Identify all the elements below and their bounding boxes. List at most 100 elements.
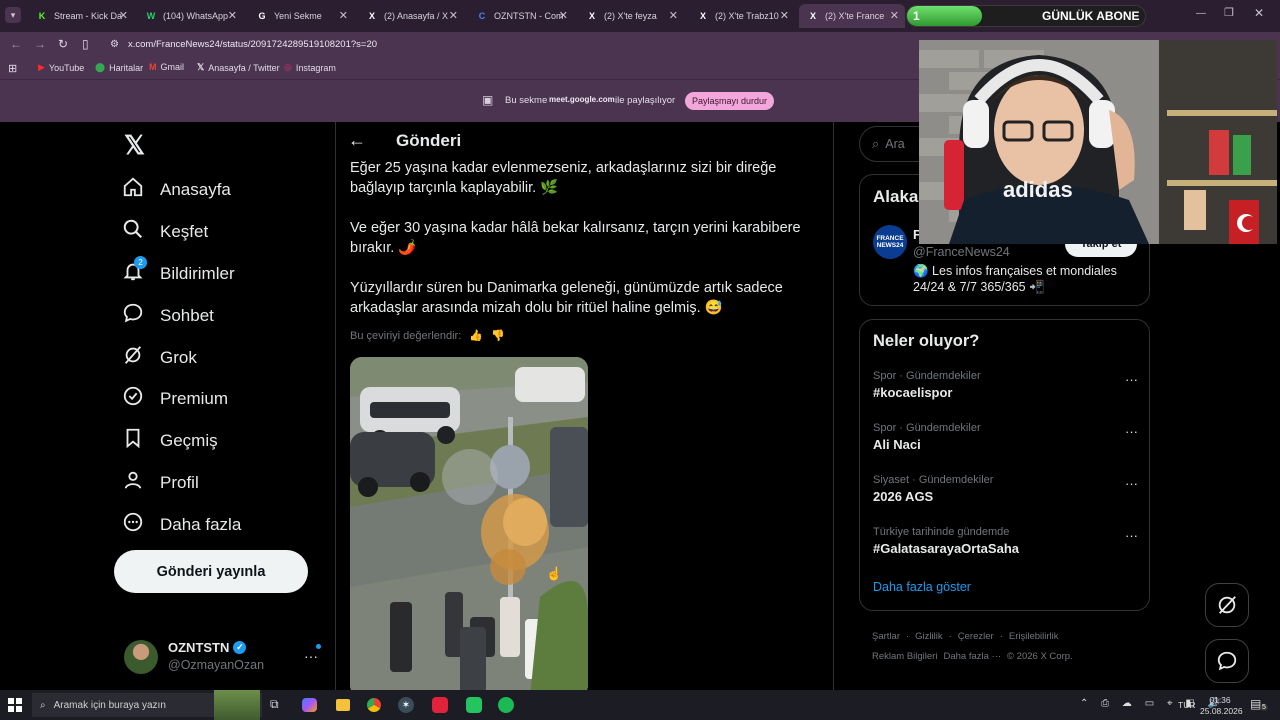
trend-item[interactable]: Spor · Gündemdekiler #kocaelispor ···: [873, 370, 1138, 400]
footer-link[interactable]: Çerezler: [958, 627, 994, 647]
trend-title: 2026 AGS: [873, 489, 934, 504]
browser-tab[interactable]: X (2) X'te France ✕: [799, 4, 905, 28]
reload-icon[interactable]: ↻: [58, 37, 68, 51]
browser-tab[interactable]: W (104) WhatsApp ✕: [137, 4, 243, 28]
show-more-link[interactable]: Daha fazla göster: [873, 580, 971, 594]
footer-link[interactable]: Daha fazla ···: [943, 647, 1001, 667]
post-button[interactable]: Gönderi yayınla: [114, 550, 308, 593]
footer-link[interactable]: Reklam Bilgileri: [872, 647, 937, 667]
tab-close-icon[interactable]: ✕: [669, 9, 678, 22]
spotify-icon[interactable]: [498, 697, 514, 713]
apps-icon[interactable]: ⊞: [8, 62, 17, 75]
url-field[interactable]: x.com/FranceNews24/status/20917242895191…: [128, 39, 377, 50]
share-suffix-text: ile paylaşılıyor: [615, 95, 676, 106]
trend-more-icon[interactable]: ···: [1125, 424, 1138, 439]
bookmark-gmail[interactable]: M Gmail: [149, 62, 184, 72]
back-icon[interactable]: ←: [10, 37, 22, 51]
footer-link[interactable]: Şartlar: [872, 627, 900, 647]
browser-tab[interactable]: C OZNTSTN - Com ✕: [468, 4, 574, 28]
profile-avatar[interactable]: FRANCE NEWS24: [873, 225, 907, 259]
tab-close-icon[interactable]: ✕: [119, 9, 128, 22]
browser-tab[interactable]: X (2) Anasayfa / X ✕: [358, 4, 464, 28]
thumbs-down-icon[interactable]: 👎: [491, 329, 505, 342]
trend-title: #kocaelispor: [873, 385, 953, 400]
bookmark-instagram[interactable]: ◎ Instagram: [284, 62, 336, 73]
taskbar-widget-image[interactable]: [214, 690, 260, 720]
tab-close-icon[interactable]: ✕: [890, 9, 899, 22]
youtube-icon: ▶: [38, 62, 45, 72]
nav-item-premium[interactable]: Premium: [122, 385, 228, 412]
file-explorer-icon[interactable]: [336, 699, 350, 711]
nav-item-grok[interactable]: Grok: [122, 344, 197, 371]
footer-link[interactable]: © 2026 X Corp.: [1007, 647, 1073, 667]
tab-label: Yeni Sekme: [274, 11, 322, 21]
nav-item-bell[interactable]: 2 Bildirimler: [122, 256, 235, 287]
webcam-overlay: adidas: [919, 40, 1277, 244]
bookmark-twitter[interactable]: 𝕏 Anasayfa / Twitter: [197, 62, 280, 73]
clock[interactable]: 01:36 25.08.2026: [1200, 695, 1243, 717]
site-info-icon[interactable]: ⚙: [110, 39, 119, 50]
app-icon-1[interactable]: ✶: [398, 697, 414, 713]
split-view-icon[interactable]: ▯: [82, 37, 89, 51]
browser-tab[interactable]: X (2) X'te Trabz10 ✕: [689, 4, 795, 28]
nav-item-home[interactable]: Anasayfa: [122, 176, 231, 203]
nav-item-bookmark[interactable]: Geçmiş: [122, 427, 218, 454]
trend-meta: Siyaset · Gündemdekiler: [873, 474, 994, 486]
window-close-button[interactable]: ✕: [1254, 6, 1264, 20]
account-switcher[interactable]: OZNTSTN ✓ @OzmayanOzan ···: [122, 636, 322, 676]
trend-more-icon[interactable]: ···: [1125, 372, 1138, 387]
nav-item-label: Bildirimler: [160, 263, 235, 283]
tab-close-icon[interactable]: ✕: [339, 9, 348, 22]
tab-list-button[interactable]: ▾: [5, 7, 21, 23]
trend-item[interactable]: Siyaset · Gündemdekiler 2026 AGS ···: [873, 474, 1138, 504]
share-prefix-text: Bu sekme: [505, 95, 548, 106]
x-logo-icon[interactable]: 𝕏: [124, 130, 145, 161]
nav-item-chat[interactable]: Sohbet: [122, 302, 214, 329]
start-button[interactable]: [8, 698, 22, 712]
tab-close-icon[interactable]: ✕: [228, 9, 237, 22]
tab-close-icon[interactable]: ✕: [449, 9, 458, 22]
trend-item[interactable]: Türkiye tarihinde gündemde #GalatasarayaO…: [873, 526, 1138, 556]
bookmark-maps[interactable]: ⬤ Haritalar: [95, 62, 143, 73]
trend-more-icon[interactable]: ···: [1125, 528, 1138, 543]
thumbs-up-icon[interactable]: 👍: [469, 329, 483, 342]
nav-item-person[interactable]: Profil: [122, 469, 199, 496]
language-indicator[interactable]: TUR: [1178, 700, 1195, 710]
video-frame: [350, 357, 588, 690]
task-view-icon[interactable]: ⧉: [270, 697, 279, 712]
app-icon-3[interactable]: [466, 697, 482, 713]
grok-float-button[interactable]: [1205, 583, 1249, 627]
browser-tab[interactable]: X (2) X'te feyza ✕: [578, 4, 684, 28]
footer-links: Şartlar · Gizlilik · Çerezler · Erişilebilirli…: [872, 627, 1073, 667]
browser-tab[interactable]: K Stream - Kick Da ✕: [28, 4, 134, 28]
trend-item[interactable]: Spor · Gündemdekiler Ali Naci ···: [873, 422, 1138, 452]
tab-label: OZNTSTN - Com: [494, 11, 564, 21]
post-video[interactable]: ☝: [350, 357, 588, 690]
gmail-icon: M: [149, 62, 157, 72]
bookmark-youtube[interactable]: ▶ YouTube: [38, 62, 84, 73]
screen-share-icon: ▣: [482, 93, 494, 107]
share-domain-text: meet.google.com: [549, 95, 615, 104]
footer-link[interactable]: Gizlilik: [915, 627, 942, 647]
forward-icon[interactable]: →: [34, 37, 46, 51]
stop-sharing-button[interactable]: Paylaşmayı durdur: [685, 92, 774, 110]
tab-close-icon[interactable]: ✕: [559, 9, 568, 22]
premium-icon: [122, 385, 144, 412]
window-restore-button[interactable]: ❐: [1224, 6, 1234, 19]
chat-icon: [122, 302, 144, 329]
account-more-icon[interactable]: ···: [304, 648, 318, 664]
window-minimize-button[interactable]: —: [1196, 8, 1206, 19]
messages-float-button[interactable]: [1205, 639, 1249, 683]
footer-link[interactable]: Erişilebilirlik: [1009, 627, 1059, 647]
nav-item-search[interactable]: Keşfet: [122, 218, 208, 245]
copilot-icon[interactable]: [302, 698, 317, 712]
nav-item-more-circle[interactable]: Daha fazla: [122, 511, 241, 538]
trend-more-icon[interactable]: ···: [1125, 476, 1138, 491]
browser-tab[interactable]: G Yeni Sekme ✕: [248, 4, 354, 28]
tab-close-icon[interactable]: ✕: [780, 9, 789, 22]
chrome-icon[interactable]: [366, 697, 382, 713]
post-paragraph-1: Eğer 25 yaşına kadar evlenmezseniz, arka…: [350, 160, 777, 196]
app-icon-2[interactable]: [432, 697, 448, 713]
back-arrow-icon[interactable]: ←: [348, 130, 366, 151]
trend-title: Ali Naci: [873, 437, 921, 452]
